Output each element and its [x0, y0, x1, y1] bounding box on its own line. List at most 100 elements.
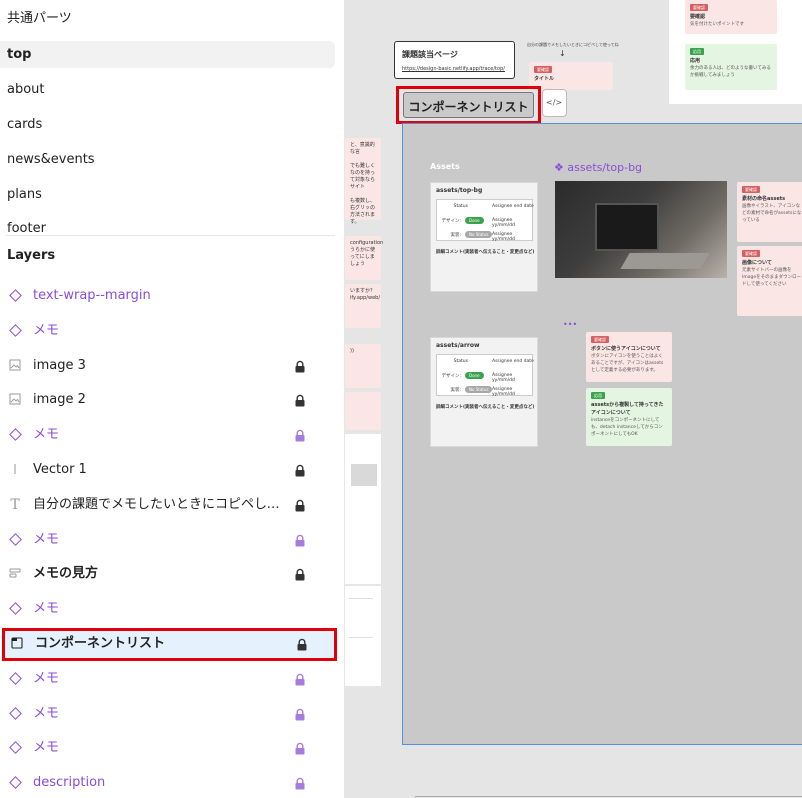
component-list-button[interactable]: コンポーネントリスト: [396, 86, 541, 124]
page-item-plans[interactable]: plans: [0, 181, 344, 208]
page-item-top[interactable]: top: [0, 41, 335, 68]
layer-label: メモ: [33, 740, 60, 756]
layer-label: image 3: [33, 357, 86, 373]
laptop-base: [620, 253, 710, 269]
clipped-frame[interactable]: [345, 434, 381, 584]
layer-label: 自分の課題でメモしたいときにコピペして使...: [33, 496, 283, 512]
task-page-url[interactable]: https://design-basic.netlify.app/trace/t…: [402, 66, 505, 72]
status-table: Status Assignee end date デザイン: Done Assigne…: [436, 354, 534, 397]
layers-section-title: Layers: [7, 248, 56, 263]
code-icon: </>: [546, 98, 563, 107]
page-item-footer[interactable]: footer: [0, 215, 344, 242]
layer-row[interactable]: メモ: [0, 594, 344, 624]
text-icon: T: [10, 496, 20, 513]
lock-icon[interactable]: [294, 741, 306, 755]
lock-icon[interactable]: [294, 463, 306, 477]
status-pill-no-status[interactable]: No Status: [465, 386, 493, 393]
asset-card-top-bg[interactable]: assets/top-bg Status Assignee end date デザ…: [430, 182, 538, 292]
layer-row[interactable]: コンポーネントリスト: [2, 627, 337, 661]
layer-row[interactable]: Vector 1: [0, 455, 344, 485]
asset-card-title: assets/top-bg: [436, 187, 483, 194]
lock-icon[interactable]: [294, 498, 306, 512]
memo-note-assets-naming[interactable]: 要確認 素材の命名assets 画像やイラスト、アイコンなどの素材で命名がass…: [737, 182, 802, 242]
layer-label: メモ: [33, 427, 60, 443]
memo-guide-frame[interactable]: 要確認 要確認 気を付けたいポイントです 応用 応用 余力のある人は、どのような…: [669, 0, 802, 104]
lock-icon[interactable]: [294, 567, 306, 581]
image-icon: [8, 393, 22, 407]
layer-row[interactable]: description: [0, 768, 344, 798]
layer-row[interactable]: T 自分の課題でメモしたいときにコピペして使...: [0, 490, 344, 520]
lock-icon[interactable]: [294, 776, 306, 790]
component-instance-icon: [8, 323, 22, 338]
lock-icon[interactable]: [294, 359, 306, 373]
page-item-cards[interactable]: cards: [0, 111, 344, 138]
layer-row[interactable]: メモ: [0, 316, 344, 346]
small-lines: [349, 598, 373, 638]
layer-label: メモ: [33, 705, 60, 721]
lock-icon[interactable]: [294, 393, 306, 407]
lock-icon[interactable]: [294, 672, 306, 686]
layer-row[interactable]: メモ: [0, 525, 344, 555]
asset-card-comment: 詳細コメント(実装者へ伝えること・変更点など): [436, 405, 535, 410]
design-status-row: デザイン: Done Assignee yy/mm/dd: [441, 217, 515, 228]
clipped-note[interactable]: と、意識的な言 でも難しくなのを持って対象ならサイト も複数し、右グリッの方法されま…: [345, 138, 381, 225]
layer-label: メモの見方: [33, 566, 99, 582]
layer-row[interactable]: メモ: [0, 733, 344, 763]
canvas-bottom-line: [415, 796, 802, 797]
component-instance-icon: [8, 741, 22, 755]
clipped-note[interactable]: いますか？ ify.app/web/: [345, 284, 381, 328]
layer-row[interactable]: メモ: [0, 699, 344, 729]
arrow-note-text: 自分の課題でメモしたいときにコピペして使ってね: [527, 42, 619, 47]
layer-row[interactable]: メモ: [0, 664, 344, 694]
memo-guide-note-confirm[interactable]: 要確認 要確認 気を付けたいポイントです: [685, 0, 777, 34]
clipped-note[interactable]: [345, 392, 381, 430]
status-pill-done[interactable]: Done: [465, 217, 484, 224]
layer-label: コンポーネントリスト: [35, 635, 166, 651]
memo-note-small[interactable]: 要確認 タイトル: [529, 62, 613, 90]
clipped-frame-bottom[interactable]: [345, 586, 381, 686]
section-icon: [10, 636, 24, 651]
clipped-note[interactable]: configuration うらかに使ってにしましょう: [345, 236, 383, 280]
lock-icon[interactable]: [294, 533, 306, 547]
left-notes-strip: と、意識的な言 でも難しくなのを持って対象ならサイト も複数し、右グリッの方法されま…: [345, 138, 383, 686]
memo-note-copied-icon[interactable]: 応用 assetsから複製して持ってきたアイコンについて instanceをコン…: [586, 388, 672, 446]
memo-guide-note-advanced[interactable]: 応用 応用 余力のある人は、どのような書いてみるか挑戦してみましょう: [685, 44, 777, 90]
down-arrow-icon: ↓: [559, 49, 566, 58]
design-canvas[interactable]: と、意識的な言 でも難しくなのを持って対象ならサイト も複数し、右グリッの方法されま…: [345, 0, 802, 798]
page-item-about[interactable]: about: [0, 76, 344, 103]
page-item-news-events[interactable]: news&events: [0, 146, 344, 173]
laptop-shape: [595, 203, 659, 251]
assets-section-title: Assets: [430, 162, 460, 171]
assets-section[interactable]: Assets ❖ assets/top-bg assets/top-bg Sta…: [402, 123, 802, 745]
top-bg-image[interactable]: [555, 181, 727, 278]
layer-row[interactable]: text-wrap--margin: [0, 281, 344, 311]
pages-layers-divider: [6, 235, 335, 236]
status-table: Status Assignee end date デザイン: Done Assigne…: [436, 199, 534, 242]
lock-icon[interactable]: [294, 707, 306, 721]
layer-row[interactable]: メモ: [0, 420, 344, 450]
layer-label: description: [33, 775, 106, 791]
lock-icon[interactable]: [296, 637, 308, 651]
layer-label: メモ: [33, 322, 60, 338]
asset-card-title: assets/arrow: [436, 342, 480, 349]
asset-card-arrow[interactable]: assets/arrow Status Assignee end date デザイ…: [430, 337, 538, 447]
layer-row[interactable]: image 2: [0, 385, 344, 415]
left-sidebar-panel: 共通パーツ top about cards news&events plans footer…: [0, 0, 345, 798]
layer-label: image 2: [33, 392, 86, 408]
status-pill-no-status[interactable]: No Status: [465, 231, 493, 238]
component-instance-icon: [8, 602, 22, 616]
clipped-note[interactable]: )): [345, 344, 381, 388]
memo-note-image[interactable]: 要確認 画像について 元素サイトバーの画像をImageをそのままダウンロードして…: [737, 246, 802, 316]
code-view-button[interactable]: </>: [542, 89, 567, 117]
status-pill-done[interactable]: Done: [465, 372, 484, 379]
asset-main-label: ❖ assets/top-bg: [554, 161, 643, 174]
component-instance-icon: [8, 289, 22, 303]
layer-label: Vector 1: [33, 462, 87, 477]
lock-icon[interactable]: [294, 428, 306, 442]
vector-line-icon: [8, 463, 22, 477]
layer-row[interactable]: image 3: [0, 351, 344, 381]
memo-note-button-icon[interactable]: 要確認 ボタンに使うアイコンについて ボタンにアイコンを使うことはよくあることで…: [586, 332, 672, 382]
task-page-card[interactable]: 課題該当ページ https://design-basic.netlify.app…: [394, 41, 515, 79]
page-item-[interactable]: 共通パーツ: [0, 5, 344, 32]
layer-row[interactable]: メモの見方: [0, 559, 344, 589]
